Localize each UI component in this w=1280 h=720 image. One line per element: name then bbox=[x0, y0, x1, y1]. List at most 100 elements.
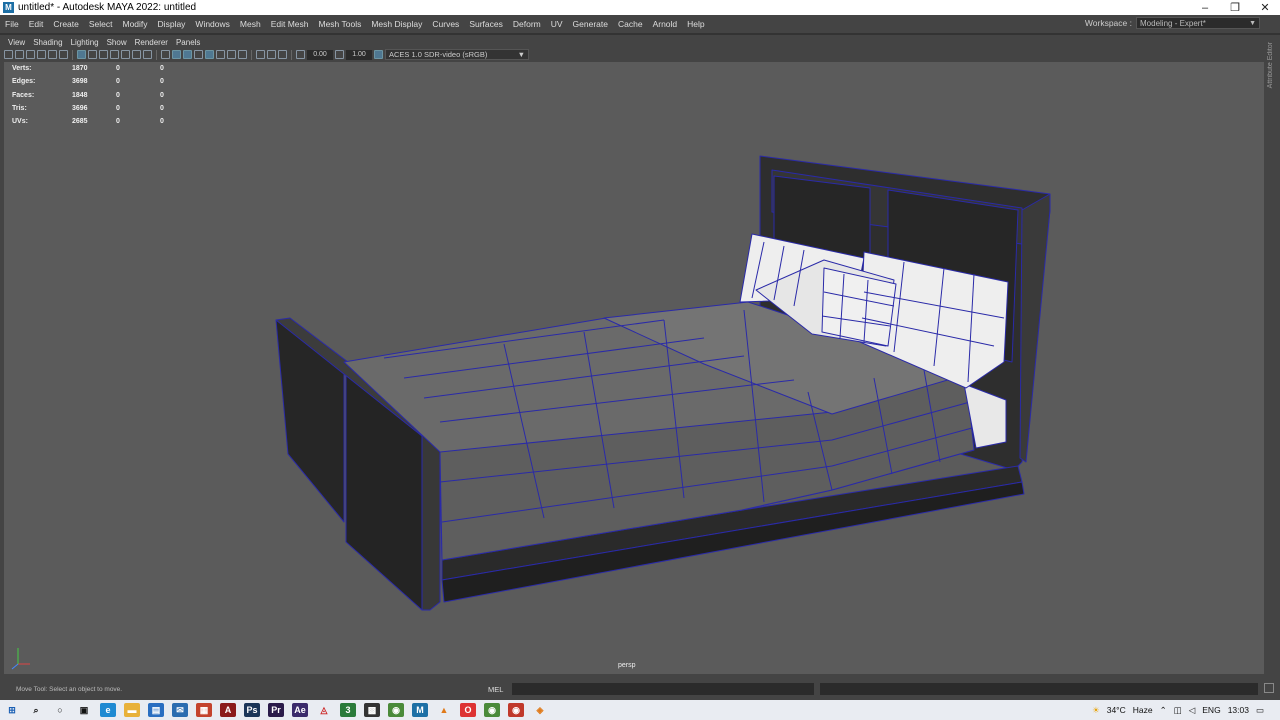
use-all-lights-icon[interactable] bbox=[205, 50, 214, 59]
menu-edit-mesh[interactable]: Edit Mesh bbox=[266, 19, 314, 29]
resolution-gate-icon[interactable] bbox=[99, 50, 108, 59]
weather-temperature[interactable]: 34°C bbox=[1107, 705, 1126, 715]
menu-edit[interactable]: Edit bbox=[24, 19, 49, 29]
bed-model[interactable] bbox=[4, 62, 1264, 674]
chrome-profile-icon[interactable]: ◉ bbox=[484, 703, 500, 717]
exposure-field[interactable]: 0.00 bbox=[307, 49, 333, 60]
menu-generate[interactable]: Generate bbox=[568, 19, 613, 29]
maya-taskbar-icon[interactable]: M bbox=[412, 703, 428, 717]
menu-arnold[interactable]: Arnold bbox=[648, 19, 683, 29]
perspective-viewport[interactable]: Verts: 1870 0 0 Edges: 3698 0 0 Faces: 1… bbox=[4, 62, 1264, 674]
close-button[interactable]: ✕ bbox=[1250, 0, 1280, 15]
exposure-icon[interactable] bbox=[296, 50, 305, 59]
script-editor-icon[interactable] bbox=[1264, 683, 1274, 693]
vlc-icon[interactable]: ▲ bbox=[436, 703, 452, 717]
notification-icon[interactable]: ▭ bbox=[1256, 705, 1264, 716]
hud-label: Faces: bbox=[12, 91, 35, 99]
menu-mesh-display[interactable]: Mesh Display bbox=[366, 19, 427, 29]
panel-menu-view[interactable]: View bbox=[4, 38, 29, 47]
motion-blur-icon[interactable] bbox=[238, 50, 247, 59]
network-icon[interactable]: ◫ bbox=[1174, 705, 1182, 716]
menu-uv[interactable]: UV bbox=[546, 19, 568, 29]
minimize-button[interactable]: – bbox=[1190, 0, 1220, 15]
app-dark-icon[interactable]: ▩ bbox=[364, 703, 380, 717]
film-gate-icon[interactable] bbox=[88, 50, 97, 59]
field-chart-icon[interactable] bbox=[121, 50, 130, 59]
command-input[interactable] bbox=[512, 683, 814, 695]
task-view-icon[interactable]: ▣ bbox=[76, 703, 92, 717]
menu-help[interactable]: Help bbox=[682, 19, 709, 29]
wireframe-icon[interactable] bbox=[161, 50, 170, 59]
xray-joints-icon[interactable] bbox=[278, 50, 287, 59]
store-icon[interactable]: ▤ bbox=[148, 703, 164, 717]
safe-title-icon[interactable] bbox=[143, 50, 152, 59]
panel-menu-lighting[interactable]: Lighting bbox=[67, 38, 103, 47]
blender-icon[interactable]: ◈ bbox=[532, 703, 548, 717]
menu-mesh-tools[interactable]: Mesh Tools bbox=[314, 19, 367, 29]
grid-icon[interactable] bbox=[77, 50, 86, 59]
app-triangle-icon[interactable]: ◬ bbox=[316, 703, 332, 717]
mel-language-toggle[interactable]: MEL bbox=[488, 685, 503, 694]
camera-attributes-icon[interactable] bbox=[15, 50, 24, 59]
view-axis-icon bbox=[11, 648, 30, 670]
menu-curves[interactable]: Curves bbox=[427, 19, 464, 29]
menu-deform[interactable]: Deform bbox=[508, 19, 546, 29]
clock[interactable]: 13:03 bbox=[1228, 705, 1249, 715]
panel-menu-panels[interactable]: Panels bbox=[172, 38, 204, 47]
attribute-editor-tab[interactable]: Attribute Editor bbox=[1266, 36, 1280, 676]
menu-modify[interactable]: Modify bbox=[118, 19, 153, 29]
safe-action-icon[interactable] bbox=[132, 50, 141, 59]
image-plane-icon[interactable] bbox=[37, 50, 46, 59]
chrome-icon[interactable]: ◉ bbox=[388, 703, 404, 717]
gamma-field[interactable]: 1.00 bbox=[346, 49, 372, 60]
after-effects-icon[interactable]: Ae bbox=[292, 703, 308, 717]
chrome-alt-icon[interactable]: ◉ bbox=[508, 703, 524, 717]
menu-mesh[interactable]: Mesh bbox=[235, 19, 266, 29]
volume-icon[interactable]: ◁ bbox=[1189, 705, 1196, 716]
edge-icon[interactable]: e bbox=[100, 703, 116, 717]
grease-pencil-icon[interactable] bbox=[59, 50, 68, 59]
windows-start-icon[interactable]: ⊞ bbox=[4, 703, 20, 717]
workspace-dropdown[interactable]: Modeling - Expert* ▼ bbox=[1136, 17, 1260, 29]
menu-display[interactable]: Display bbox=[153, 19, 191, 29]
menu-file[interactable]: File bbox=[0, 19, 24, 29]
2d-pan-zoom-icon[interactable] bbox=[48, 50, 57, 59]
smooth-shade-icon[interactable] bbox=[172, 50, 181, 59]
mail-icon[interactable]: ✉ bbox=[172, 703, 188, 717]
app-green-icon[interactable]: 3 bbox=[340, 703, 356, 717]
select-camera-icon[interactable] bbox=[4, 50, 13, 59]
cortana-icon[interactable]: ○ bbox=[52, 703, 68, 717]
maximize-button[interactable]: ❐ bbox=[1220, 0, 1250, 15]
menu-select[interactable]: Select bbox=[84, 19, 118, 29]
acrobat-icon[interactable]: A bbox=[220, 703, 236, 717]
weather-description[interactable]: Haze bbox=[1133, 705, 1153, 715]
menu-cache[interactable]: Cache bbox=[613, 19, 648, 29]
app-red-icon[interactable]: ▦ bbox=[196, 703, 212, 717]
opera-icon[interactable]: O bbox=[460, 703, 476, 717]
textured-icon[interactable] bbox=[194, 50, 203, 59]
menu-surfaces[interactable]: Surfaces bbox=[464, 19, 508, 29]
bookmark-icon[interactable] bbox=[26, 50, 35, 59]
view-transform-dropdown[interactable]: ACES 1.0 SDR-video (sRGB) ▼ bbox=[385, 49, 529, 60]
isolate-select-icon[interactable] bbox=[256, 50, 265, 59]
toolbar-divider bbox=[291, 49, 292, 60]
shadows-icon[interactable] bbox=[216, 50, 225, 59]
menu-create[interactable]: Create bbox=[48, 19, 84, 29]
gate-mask-icon[interactable] bbox=[110, 50, 119, 59]
search-icon[interactable]: ⌕ bbox=[28, 703, 44, 717]
ambient-occlusion-icon[interactable] bbox=[227, 50, 236, 59]
wireframe-on-shaded-icon[interactable] bbox=[183, 50, 192, 59]
panel-menu-renderer[interactable]: Renderer bbox=[131, 38, 172, 47]
hud-value: 0 bbox=[160, 65, 164, 73]
menu-windows[interactable]: Windows bbox=[190, 19, 234, 29]
file-explorer-icon[interactable]: ▬ bbox=[124, 703, 140, 717]
panel-menu-shading[interactable]: Shading bbox=[29, 38, 66, 47]
chevron-up-icon[interactable]: ⌃ bbox=[1160, 705, 1167, 716]
panel-menu-show[interactable]: Show bbox=[103, 38, 131, 47]
gamma-icon[interactable] bbox=[335, 50, 344, 59]
language-indicator[interactable]: ENG bbox=[1202, 705, 1220, 715]
premiere-icon[interactable]: Pr bbox=[268, 703, 284, 717]
color-management-icon[interactable] bbox=[374, 50, 383, 59]
xray-icon[interactable] bbox=[267, 50, 276, 59]
photoshop-icon[interactable]: Ps bbox=[244, 703, 260, 717]
